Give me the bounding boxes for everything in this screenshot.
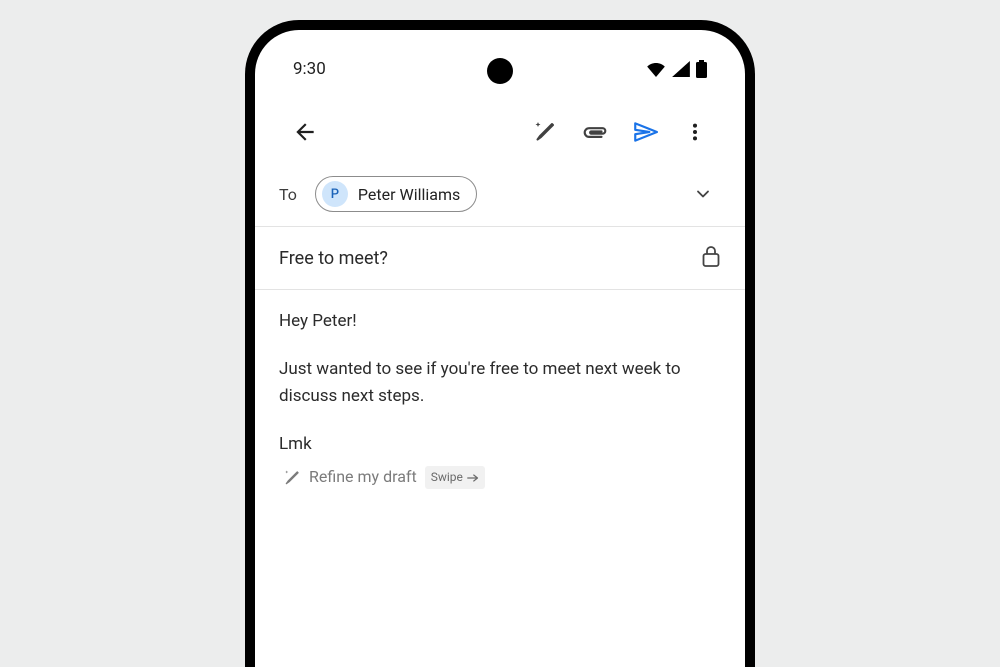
phone-frame: 9:30 [245, 20, 755, 667]
more-vert-icon [684, 121, 706, 143]
arrow-right-icon [467, 473, 479, 483]
chevron-down-icon [693, 184, 713, 204]
lock-icon [701, 245, 721, 267]
expand-recipients-button[interactable] [685, 176, 721, 212]
back-button[interactable] [283, 110, 327, 154]
swipe-hint-badge: Swipe [425, 466, 485, 489]
magic-pencil-icon [533, 120, 557, 144]
send-button[interactable] [623, 110, 667, 154]
confidential-mode-button[interactable] [701, 245, 721, 271]
magic-pencil-icon [283, 469, 301, 487]
cell-signal-icon [672, 61, 690, 77]
email-body[interactable]: Hey Peter! Just wanted to see if you're … [255, 290, 745, 513]
recipient-chip[interactable]: P Peter Williams [315, 176, 477, 212]
battery-icon [696, 60, 707, 78]
recipient-avatar: P [322, 181, 348, 207]
subject-row[interactable]: Free to meet? [255, 227, 745, 289]
to-label: To [279, 185, 297, 204]
more-button[interactable] [673, 110, 717, 154]
status-time: 9:30 [293, 59, 326, 79]
attach-button[interactable] [573, 110, 617, 154]
swipe-label: Swipe [431, 468, 463, 487]
recipients-row[interactable]: To P Peter Williams [255, 168, 745, 226]
wifi-icon [646, 61, 666, 77]
front-camera [487, 58, 513, 84]
arrow-left-icon [292, 119, 318, 145]
refine-draft-prompt[interactable]: Refine my draft Swipe [279, 465, 485, 490]
recipient-name: Peter Williams [358, 185, 460, 204]
body-paragraph: Just wanted to see if you're free to mee… [279, 356, 721, 409]
send-icon [632, 119, 658, 145]
refine-label: Refine my draft [309, 465, 417, 490]
paperclip-icon [582, 119, 608, 145]
body-paragraph: Lmk [279, 431, 721, 457]
status-icons [646, 60, 707, 78]
compose-toolbar [255, 90, 745, 168]
body-paragraph: Hey Peter! [279, 308, 721, 334]
magic-write-button[interactable] [523, 110, 567, 154]
subject-field[interactable]: Free to meet? [279, 248, 388, 269]
